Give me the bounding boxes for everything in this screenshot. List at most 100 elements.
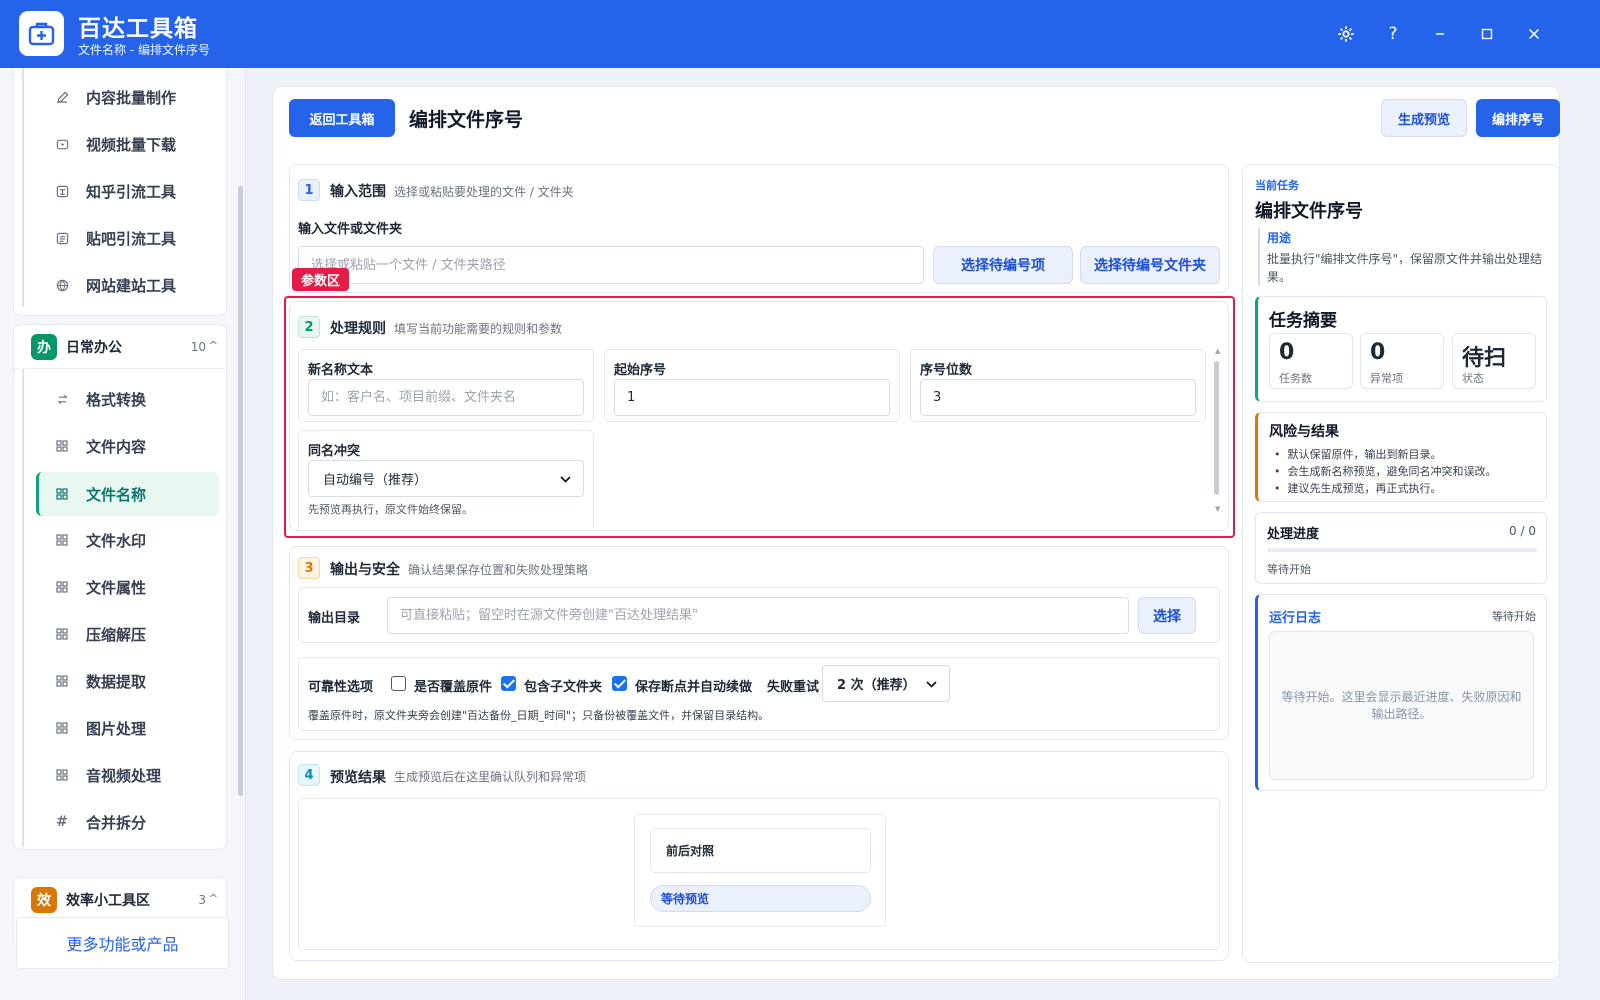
risk-item: • 会生成新名称预览，避免同名冲突和误改。	[1274, 465, 1497, 478]
video-icon	[54, 136, 70, 152]
rules-scroll-thumb[interactable]	[1214, 361, 1219, 495]
run-numbering-button[interactable]: 编排序号	[1476, 99, 1560, 137]
close-icon[interactable]	[1520, 20, 1548, 48]
pen-icon	[54, 89, 70, 105]
select-output-button[interactable]: 选择	[1138, 597, 1196, 634]
risk-title: 风险与结果	[1269, 424, 1339, 440]
section-input-range: 1 输入范围 选择或粘贴要处理的文件 / 文件夹 输入文件或文件夹 选择待编号项…	[289, 164, 1229, 293]
select-items-button[interactable]: 选择待编号项	[933, 246, 1073, 284]
grid-icon	[54, 767, 70, 783]
title-bar: 百达工具箱 文件名称 - 编排文件序号 ?	[0, 0, 1600, 68]
sidebar-item-label: 压缩解压	[86, 625, 147, 644]
sidebar-item-compress[interactable]: 压缩解压	[36, 613, 219, 655]
conflict-select[interactable]: 自动编号（推荐）	[308, 460, 584, 497]
scroll-down-icon[interactable]: ▼	[1215, 505, 1220, 513]
help-icon[interactable]: ?	[1379, 20, 1407, 48]
usage-text: 批量执行"编排文件序号"，保留原文件并输出处理结果。	[1267, 252, 1543, 284]
input-path-field[interactable]	[298, 246, 924, 284]
sidebar-item-file-attributes[interactable]: 文件属性	[36, 566, 219, 608]
sidebar-scroll-thumb[interactable]	[238, 186, 243, 796]
group-title: 日常办公	[66, 339, 122, 356]
sidebar-item-content-batch[interactable]: 内容批量制作	[36, 76, 219, 118]
param-digits: 序号位数	[910, 349, 1206, 422]
new-name-input[interactable]	[308, 379, 584, 416]
stat-status: 待扫 状态	[1452, 333, 1536, 389]
gear-icon[interactable]	[1332, 20, 1360, 48]
generate-preview-button[interactable]: 生成预览	[1381, 99, 1467, 137]
section-desc: 生成预览后在这里确认队列和异常项	[394, 770, 587, 784]
sidebar-item-label: 音视频处理	[86, 766, 162, 785]
summary-title: 任务摘要	[1269, 311, 1337, 331]
sidebar-item-label: 文件水印	[86, 531, 147, 550]
grid-icon	[54, 438, 70, 454]
sidebar-item-website[interactable]: 网站建站工具	[36, 264, 219, 306]
sidebar-item-format-convert[interactable]: 格式转换	[36, 378, 219, 420]
sidebar-item-label: 合并拆分	[86, 813, 147, 832]
sidebar-item-file-name[interactable]: 文件名称	[36, 472, 219, 516]
sidebar-item-image[interactable]: 图片处理	[36, 707, 219, 749]
scroll-up-icon[interactable]: ▲	[1215, 347, 1220, 355]
stat-label: 状态	[1462, 372, 1484, 385]
section-title: 预览结果	[330, 770, 386, 786]
sidebar-item-data-extract[interactable]: 数据提取	[36, 660, 219, 702]
sidebar-item-merge-split[interactable]: # 合并拆分	[36, 801, 219, 843]
log-status: 等待开始	[1492, 610, 1536, 623]
minimize-icon[interactable]	[1426, 20, 1454, 48]
sidebar-item-tieba[interactable]: 贴吧引流工具	[36, 217, 219, 259]
progress-card: 处理进度 0 / 0 等待开始	[1255, 512, 1547, 584]
preview-status-pill: 等待预览	[650, 885, 871, 912]
start-number-input[interactable]	[614, 379, 890, 416]
include-subfolders-checkbox[interactable]	[501, 676, 516, 691]
sidebar-item-zhihu[interactable]: 知乎引流工具	[36, 170, 219, 212]
sidebar-item-label: 知乎引流工具	[86, 182, 177, 201]
log-output: 等待开始。这里会显示最近进度、失败原因和输出路径。	[1269, 631, 1534, 780]
risk-results-card: 风险与结果 • 默认保留原件，输出到新目录。 • 会生成新名称预览，避免同名冲突…	[1255, 412, 1547, 502]
param-label: 同名冲突	[308, 444, 361, 459]
more-products-link[interactable]: 更多功能或产品	[16, 917, 229, 969]
grid-icon	[54, 673, 70, 689]
retry-select[interactable]: 2 次（推荐）	[822, 665, 950, 702]
app-name: 百达工具箱	[78, 16, 198, 42]
task-summary-card: 任务摘要 0 任务数 0 异常项 待扫 状态	[1255, 296, 1547, 402]
sidebar-item-label: 文件名称	[86, 485, 147, 504]
select-folder-button[interactable]: 选择待编号文件夹	[1080, 246, 1220, 284]
stat-task-count: 0 任务数	[1269, 333, 1353, 389]
sidebar-item-audio-video[interactable]: 音视频处理	[36, 754, 219, 796]
input-field-label: 输入文件或文件夹	[298, 222, 403, 237]
page-title: 编排文件序号	[409, 109, 524, 131]
chevron-down-icon	[560, 472, 571, 486]
reliability-row: 可靠性选项 是否覆盖原件 包含子文件夹 保存断点并自动续做 失败重试 2 次（推…	[298, 657, 1220, 731]
param-start-number: 起始序号	[604, 349, 900, 422]
reliability-label: 可靠性选项	[308, 680, 374, 695]
sidebar-group-header-office[interactable]: 办 日常办公 10 ^	[14, 325, 228, 369]
output-dir-input[interactable]	[387, 597, 1129, 634]
resume-checkbox[interactable]	[612, 676, 627, 691]
retry-select-value: 2 次（推荐）	[837, 678, 916, 693]
grid-icon	[54, 532, 70, 548]
sidebar-item-video-download[interactable]: 视频批量下载	[36, 123, 219, 165]
hash-icon: #	[56, 814, 68, 830]
compare-label: 前后对照	[666, 844, 715, 858]
rules-scrollbar[interactable]: ▲ ▼	[1213, 347, 1221, 517]
risk-item: • 默认保留原件，输出到新目录。	[1274, 448, 1442, 461]
group-count: 10	[190, 339, 206, 354]
digits-input[interactable]	[920, 379, 1196, 416]
sidebar-group-header-efficiency[interactable]: 效 效率小工具区 3 ^	[14, 878, 228, 922]
stat-value: 待扫	[1462, 346, 1507, 371]
section-output-safety: 3 输出与安全 确认结果保存位置和失败处理策略 输出目录 选择 可靠性选项 是否…	[289, 546, 1229, 740]
param-label: 序号位数	[920, 363, 973, 378]
current-task-label: 当前任务	[1255, 179, 1299, 192]
stat-value: 0	[1279, 340, 1295, 365]
section-processing-rules: 2 处理规则 填写当前功能需要的规则和参数 新名称文本 起始序号 序号位数 同名…	[289, 301, 1229, 531]
sidebar-item-label: 视频批量下载	[86, 135, 177, 154]
progress-bar	[1267, 548, 1537, 552]
param-label: 新名称文本	[308, 363, 374, 378]
maximize-icon[interactable]	[1473, 20, 1501, 48]
sidebar-item-file-watermark[interactable]: 文件水印	[36, 519, 219, 561]
sidebar-item-file-content[interactable]: 文件内容	[36, 425, 219, 467]
stat-value: 0	[1370, 340, 1386, 365]
section-title: 输入范围	[330, 184, 386, 200]
overwrite-checkbox[interactable]	[391, 676, 406, 691]
back-to-toolbox-button[interactable]: 返回工具箱	[289, 99, 395, 137]
run-log-card: 运行日志 等待开始 等待开始。这里会显示最近进度、失败原因和输出路径。	[1255, 594, 1547, 791]
